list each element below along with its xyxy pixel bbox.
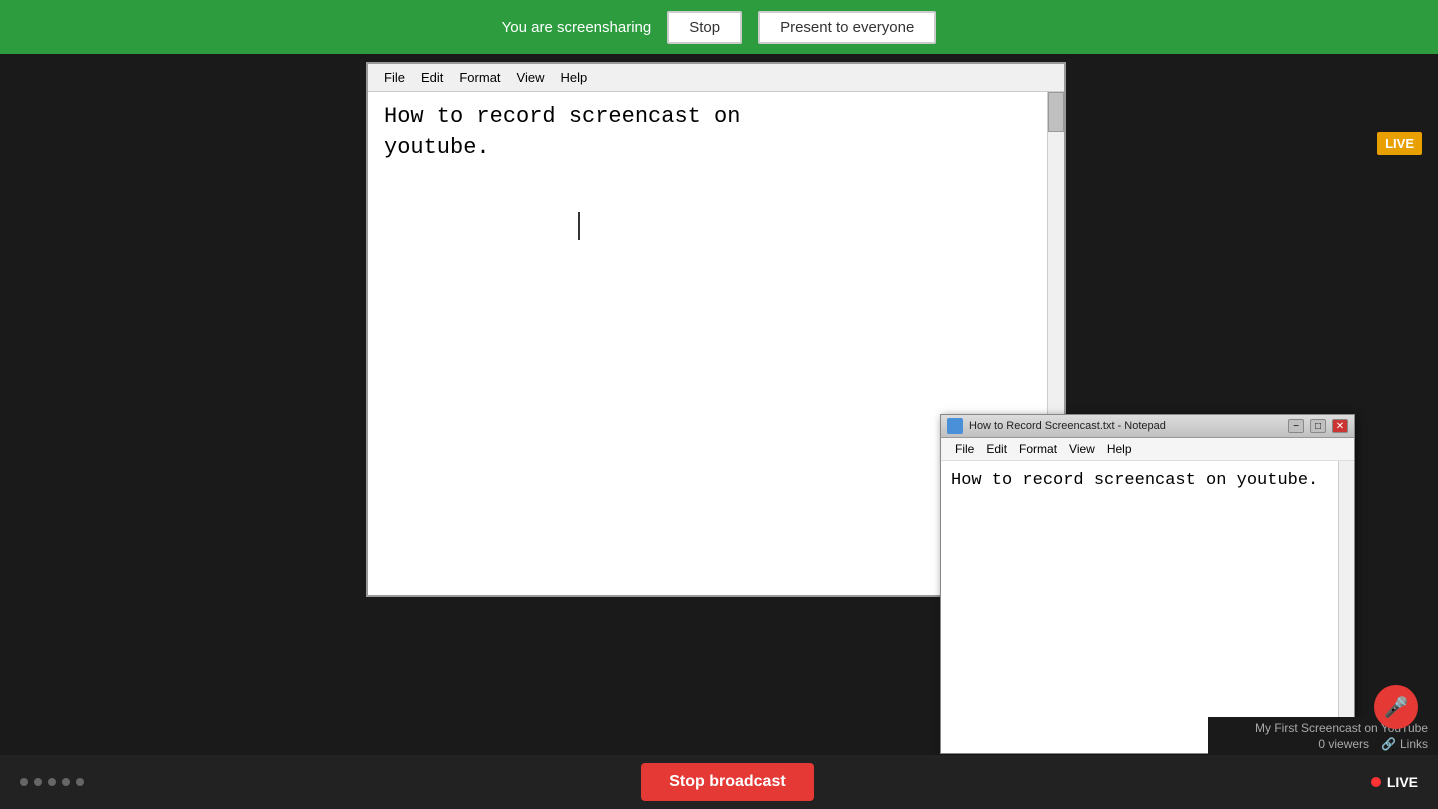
dot-indicators: [20, 778, 84, 786]
notepad-small-title: How to Record Screencast.txt - Notepad: [969, 420, 1282, 432]
dot-4: [62, 778, 70, 786]
stop-broadcast-button[interactable]: Stop broadcast: [641, 763, 813, 801]
notepad-large-menubar: File Edit Format View Help: [368, 64, 1064, 92]
notepad-large-menu-view[interactable]: View: [509, 68, 553, 87]
notepad-maximize-button[interactable]: □: [1310, 419, 1326, 433]
present-to-everyone-button[interactable]: Present to everyone: [758, 11, 936, 44]
notepad-large-text: How to record screencast on youtube.: [384, 102, 1048, 164]
mic-muted-icon: 🎤: [1384, 695, 1409, 720]
dot-5: [76, 778, 84, 786]
youtube-stats: 0 viewers 🔗 Links: [1218, 737, 1428, 751]
dot-2: [34, 778, 42, 786]
dot-3: [48, 778, 56, 786]
notepad-small-text: How to record screencast on youtube.: [951, 469, 1344, 493]
screenshare-message: You are screensharing: [502, 19, 652, 36]
bottom-left-section: [20, 778, 84, 786]
notepad-large-menu-file[interactable]: File: [376, 68, 413, 87]
bottom-center-section: Stop broadcast: [84, 763, 1371, 801]
notepad-close-button[interactable]: ✕: [1332, 419, 1348, 433]
link-icon: 🔗: [1381, 737, 1396, 751]
links-label: 🔗 Links: [1381, 737, 1428, 751]
live-indicator: LIVE: [1371, 774, 1418, 790]
live-badge-top: LIVE: [1377, 132, 1422, 155]
screenshare-bar: You are screensharing Stop Present to ev…: [0, 0, 1438, 54]
notepad-small-scrollbar[interactable]: [1338, 461, 1354, 753]
live-label: LIVE: [1387, 774, 1418, 790]
notepad-small-menu-edit[interactable]: Edit: [980, 440, 1013, 458]
notepad-large-menu-help[interactable]: Help: [552, 68, 595, 87]
viewer-count: 0 viewers: [1318, 737, 1369, 751]
notepad-small-menu-format[interactable]: Format: [1013, 440, 1063, 458]
notepad-small-titlebar: How to Record Screencast.txt - Notepad −…: [941, 415, 1354, 438]
notepad-small-menu-help[interactable]: Help: [1101, 440, 1138, 458]
mic-mute-button[interactable]: 🎤: [1374, 685, 1418, 729]
dot-1: [20, 778, 28, 786]
main-area: LIVE File Edit Format View Help How to r…: [0, 54, 1438, 809]
notepad-large-menu-format[interactable]: Format: [451, 68, 508, 87]
notepad-small-menu-file[interactable]: File: [949, 440, 980, 458]
notepad-small-app-icon: [947, 418, 963, 434]
bottom-right-section: LIVE: [1371, 774, 1418, 790]
notepad-minimize-button[interactable]: −: [1288, 419, 1304, 433]
stop-button[interactable]: Stop: [667, 11, 742, 44]
notepad-small-menubar: File Edit Format View Help: [941, 438, 1354, 461]
notepad-small-content: How to record screencast on youtube.: [941, 461, 1354, 753]
notepad-small-menu-view[interactable]: View: [1063, 440, 1101, 458]
bottom-bar: Stop broadcast LIVE: [0, 755, 1438, 809]
notepad-small-window: How to Record Screencast.txt - Notepad −…: [940, 414, 1355, 754]
text-cursor: [578, 212, 580, 240]
live-dot: [1371, 777, 1381, 787]
notepad-large-menu-edit[interactable]: Edit: [413, 68, 451, 87]
scrollbar-thumb[interactable]: [1048, 92, 1064, 132]
